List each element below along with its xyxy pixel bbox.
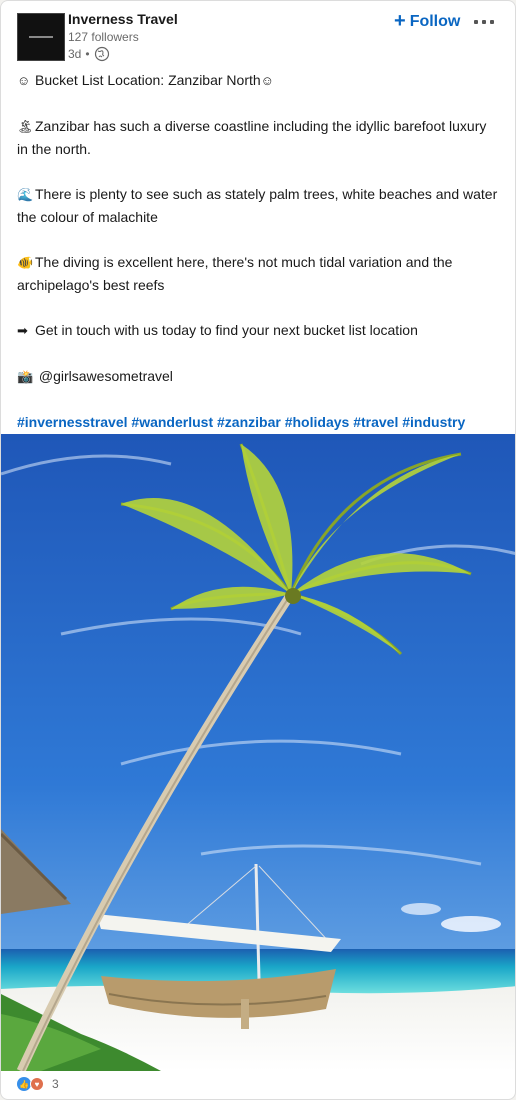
post-paragraph: 🌊 There is plenty to see such as stately … [17,183,501,228]
arrow-emoji: ➡ [17,323,28,338]
company-name[interactable]: Inverness Travel [68,11,178,27]
post-line: @girlsawesometravel [35,368,173,384]
wave-emoji: 🌊 [17,187,34,202]
fish-emoji: 🐠 [17,255,34,270]
post-card: Inverness Travel 127 followers 3d • + Fo… [0,0,516,1100]
hashtag-link[interactable]: #industry [402,414,465,430]
more-dot [490,20,494,24]
post-image[interactable] [1,434,515,1071]
follower-count: 127 followers [68,30,139,44]
smile-emoji: ☺ [260,73,274,88]
follow-button[interactable]: + Follow [394,11,460,33]
camera-emoji: 📸 [17,369,34,384]
post-line: There is plenty to see such as stately p… [17,186,498,225]
globe-icon [94,46,110,62]
post-header: Inverness Travel 127 followers 3d • + Fo… [1,1,515,67]
post-paragraph: 🏝Zanzibar has such a diverse coastline i… [17,115,501,160]
hashtag-link[interactable]: #wanderlust [131,414,213,430]
more-dot [474,20,478,24]
hashtag-link[interactable]: #travel [353,414,398,430]
hashtag-link[interactable]: #invernesstravel [17,414,128,430]
post-line: Bucket List Location: Zanzibar North [35,72,261,88]
post-line: Get in touch with us today to find your … [35,322,418,338]
love-icon: ♥ [30,1077,44,1091]
hashtag-link[interactable]: #holidays [285,414,350,430]
post-time: 3d [68,47,82,61]
hashtag-list: #invernesstravel #wanderlust #zanzibar #… [17,411,501,433]
post-line: Zanzibar has such a diverse coastline in… [17,118,487,157]
reactions-bar[interactable]: 👍 ♥ 3 [17,1077,59,1091]
company-logo[interactable] [17,13,65,61]
post-line: The diving is excellent here, there's no… [17,254,453,293]
post-paragraph: 📸 @girlsawesometravel [17,365,501,388]
post-paragraph: 🐠 The diving is excellent here, there's n… [17,251,501,296]
post-paragraph: ➡ Get in touch with us today to find your… [17,319,501,342]
more-options-button[interactable] [474,15,502,29]
hashtag-link[interactable]: #zanzibar [217,414,281,430]
more-dot [482,20,486,24]
post-paragraph: ☺ Bucket List Location: Zanzibar North☺ [17,69,501,92]
meta-separator: • [85,47,90,61]
plus-icon: + [394,10,406,32]
reaction-count[interactable]: 3 [52,1077,59,1091]
beach-photo [1,434,515,1071]
island-emoji: 🏝 [17,119,34,134]
post-meta: 3d • [68,46,110,62]
smile-emoji: ☺ [17,73,31,88]
post-body: ☺ Bucket List Location: Zanzibar North☺ 🏝… [17,69,501,456]
follow-label: Follow [409,13,461,30]
like-icon: 👍 [17,1077,31,1091]
logo-mark [29,36,53,38]
